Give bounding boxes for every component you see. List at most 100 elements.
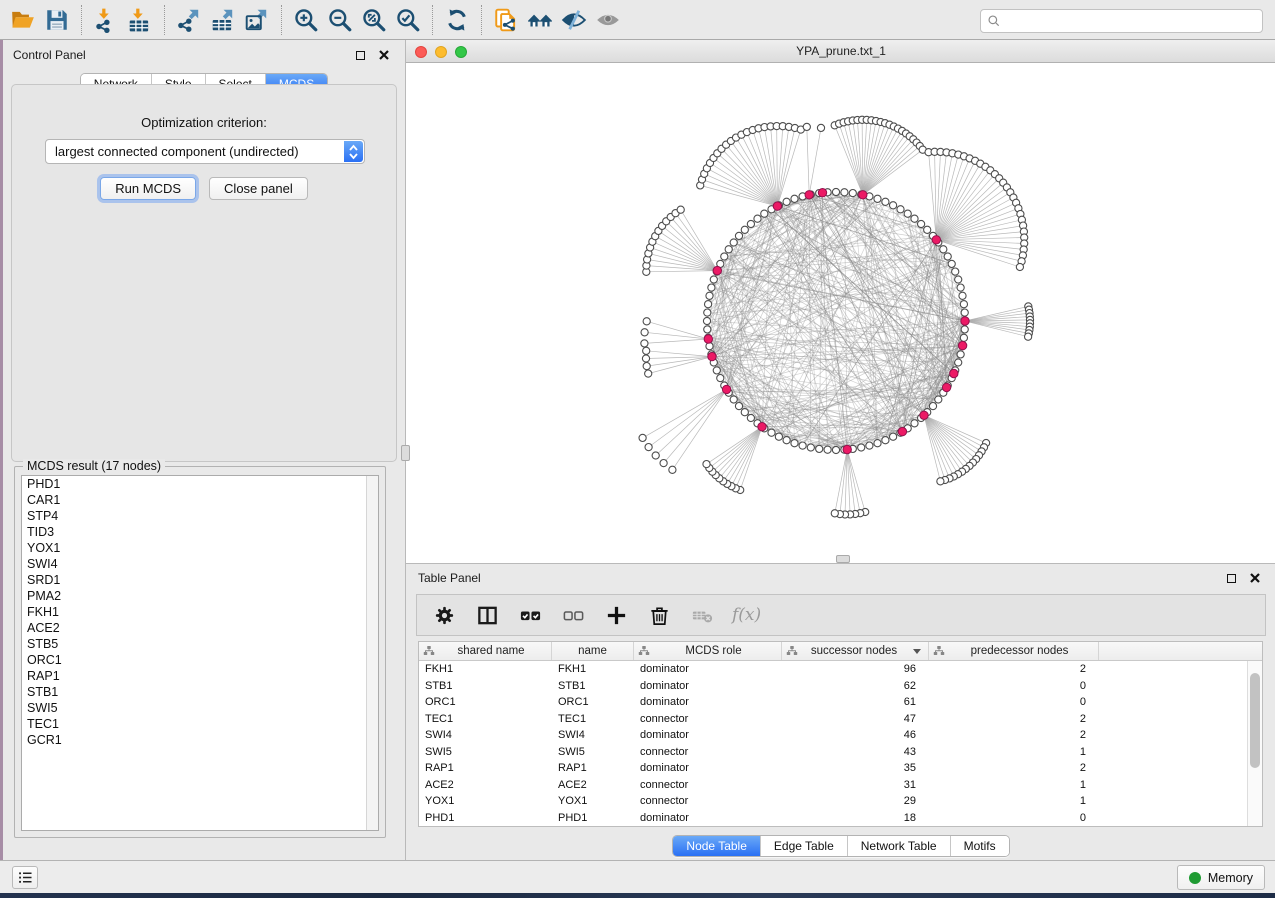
cell-shared-name[interactable]: YOX1 bbox=[419, 795, 552, 807]
column-header-name[interactable]: name bbox=[552, 642, 634, 660]
mcds-result-node[interactable]: TEC1 bbox=[22, 716, 378, 732]
column-header-successor-nodes[interactable]: successor nodes bbox=[782, 642, 929, 660]
column-header-shared-name[interactable]: shared name bbox=[419, 642, 552, 660]
cell-successor-nodes[interactable]: 46 bbox=[782, 729, 929, 741]
cell-MCDS-role[interactable]: connector bbox=[634, 795, 782, 807]
mcds-result-node[interactable]: STB1 bbox=[22, 684, 378, 700]
cell-MCDS-role[interactable]: dominator bbox=[634, 812, 782, 824]
mcds-result-node[interactable]: PHD1 bbox=[22, 476, 378, 492]
table-row[interactable]: SWI5SWI5connector431 bbox=[419, 744, 1247, 761]
houses-icon[interactable] bbox=[523, 4, 557, 36]
cell-shared-name[interactable]: FKH1 bbox=[419, 663, 552, 675]
mcds-result-node[interactable]: ORC1 bbox=[22, 652, 378, 668]
cell-predecessor-nodes[interactable]: 1 bbox=[929, 746, 1099, 758]
cell-shared-name[interactable]: ACE2 bbox=[419, 779, 552, 791]
cell-name[interactable]: YOX1 bbox=[552, 795, 634, 807]
mcds-result-node[interactable]: ACE2 bbox=[22, 620, 378, 636]
run-mcds-button[interactable]: Run MCDS bbox=[100, 177, 196, 200]
deselect-all-icon[interactable] bbox=[560, 602, 586, 628]
cell-predecessor-nodes[interactable]: 2 bbox=[929, 713, 1099, 725]
mcds-result-node[interactable]: SWI4 bbox=[22, 556, 378, 572]
cell-predecessor-nodes[interactable]: 0 bbox=[929, 696, 1099, 708]
table-row[interactable]: FKH1FKH1dominator962 bbox=[419, 661, 1247, 678]
mcds-result-node[interactable]: STP4 bbox=[22, 508, 378, 524]
zoom-out-icon[interactable] bbox=[323, 4, 357, 36]
cell-name[interactable]: SWI4 bbox=[552, 729, 634, 741]
mcds-result-node[interactable]: SWI5 bbox=[22, 700, 378, 716]
cell-name[interactable]: RAP1 bbox=[552, 762, 634, 774]
cell-successor-nodes[interactable]: 43 bbox=[782, 746, 929, 758]
cell-MCDS-role[interactable]: dominator bbox=[634, 729, 782, 741]
cell-predecessor-nodes[interactable]: 2 bbox=[929, 762, 1099, 774]
cell-shared-name[interactable]: RAP1 bbox=[419, 762, 552, 774]
cell-predecessor-nodes[interactable]: 1 bbox=[929, 795, 1099, 807]
memory-button[interactable]: Memory bbox=[1177, 865, 1265, 890]
float-table-panel-icon[interactable] bbox=[1227, 574, 1236, 583]
zoom-selected-icon[interactable] bbox=[391, 4, 425, 36]
mcds-result-node[interactable]: STB5 bbox=[22, 636, 378, 652]
cell-predecessor-nodes[interactable]: 0 bbox=[929, 680, 1099, 692]
cell-MCDS-role[interactable]: connector bbox=[634, 779, 782, 791]
table-row[interactable]: PHD1PHD1dominator180 bbox=[419, 810, 1247, 827]
scrollbar-thumb[interactable] bbox=[1250, 673, 1260, 768]
cell-predecessor-nodes[interactable]: 1 bbox=[929, 779, 1099, 791]
cell-successor-nodes[interactable]: 47 bbox=[782, 713, 929, 725]
float-window-icon[interactable] bbox=[356, 51, 365, 60]
cell-MCDS-role[interactable]: connector bbox=[634, 713, 782, 725]
hide-selected-icon[interactable] bbox=[557, 4, 591, 36]
network-from-selection-icon[interactable] bbox=[489, 4, 523, 36]
cell-name[interactable]: SWI5 bbox=[552, 746, 634, 758]
table-row[interactable]: SWI4SWI4dominator462 bbox=[419, 727, 1247, 744]
settings-icon[interactable] bbox=[431, 602, 457, 628]
cell-successor-nodes[interactable]: 31 bbox=[782, 779, 929, 791]
refresh-icon[interactable] bbox=[440, 4, 474, 36]
cell-successor-nodes[interactable]: 35 bbox=[782, 762, 929, 774]
import-network-icon[interactable] bbox=[89, 4, 123, 36]
table-row[interactable]: YOX1YOX1connector291 bbox=[419, 793, 1247, 810]
table-row[interactable]: STB1STB1dominator620 bbox=[419, 678, 1247, 695]
mcds-result-node[interactable]: TID3 bbox=[22, 524, 378, 540]
mcds-result-node[interactable]: PMA2 bbox=[22, 588, 378, 604]
cell-shared-name[interactable]: ORC1 bbox=[419, 696, 552, 708]
cell-name[interactable]: ORC1 bbox=[552, 696, 634, 708]
cell-successor-nodes[interactable]: 29 bbox=[782, 795, 929, 807]
tab-motifs[interactable]: Motifs bbox=[950, 836, 1009, 856]
table-row[interactable]: ACE2ACE2connector311 bbox=[419, 777, 1247, 794]
cell-name[interactable]: PHD1 bbox=[552, 812, 634, 824]
cell-MCDS-role[interactable]: dominator bbox=[634, 696, 782, 708]
open-file-icon[interactable] bbox=[6, 4, 40, 36]
cell-name[interactable]: TEC1 bbox=[552, 713, 634, 725]
add-row-icon[interactable] bbox=[603, 602, 629, 628]
mcds-result-node[interactable]: RAP1 bbox=[22, 668, 378, 684]
mcds-result-node[interactable]: YOX1 bbox=[22, 540, 378, 556]
cell-predecessor-nodes[interactable]: 0 bbox=[929, 812, 1099, 824]
close-panel-button[interactable]: Close panel bbox=[209, 177, 308, 200]
network-window-titlebar[interactable]: YPA_prune.txt_1 bbox=[406, 40, 1275, 63]
column-header-MCDS-role[interactable]: MCDS role bbox=[634, 642, 782, 660]
cell-predecessor-nodes[interactable]: 2 bbox=[929, 663, 1099, 675]
column-header-predecessor-nodes[interactable]: predecessor nodes bbox=[929, 642, 1099, 660]
show-columns-icon[interactable] bbox=[474, 602, 500, 628]
cell-successor-nodes[interactable]: 61 bbox=[782, 696, 929, 708]
mcds-result-node[interactable]: FKH1 bbox=[22, 604, 378, 620]
cell-shared-name[interactable]: SWI5 bbox=[419, 746, 552, 758]
mcds-result-node[interactable]: GCR1 bbox=[22, 732, 378, 748]
horizontal-splitter-handle[interactable] bbox=[836, 555, 850, 563]
cell-successor-nodes[interactable]: 96 bbox=[782, 663, 929, 675]
optimization-criterion-select[interactable]: largest connected component (undirected) bbox=[45, 139, 365, 164]
tab-edge-table[interactable]: Edge Table bbox=[760, 836, 847, 856]
import-table-icon[interactable] bbox=[123, 4, 157, 36]
cell-name[interactable]: ACE2 bbox=[552, 779, 634, 791]
tab-node-table[interactable]: Node Table bbox=[673, 836, 760, 856]
cell-MCDS-role[interactable]: dominator bbox=[634, 663, 782, 675]
table-row[interactable]: TEC1TEC1connector472 bbox=[419, 711, 1247, 728]
network-graph[interactable] bbox=[406, 63, 1275, 563]
search-input[interactable] bbox=[980, 9, 1263, 33]
network-canvas[interactable] bbox=[406, 63, 1275, 563]
cell-name[interactable]: STB1 bbox=[552, 680, 634, 692]
cell-successor-nodes[interactable]: 62 bbox=[782, 680, 929, 692]
export-table-icon[interactable] bbox=[206, 4, 240, 36]
zoom-in-icon[interactable] bbox=[289, 4, 323, 36]
mcds-result-list[interactable]: PHD1CAR1STP4TID3YOX1SWI4SRD1PMA2FKH1ACE2… bbox=[21, 475, 379, 831]
show-panels-button[interactable] bbox=[12, 866, 38, 889]
